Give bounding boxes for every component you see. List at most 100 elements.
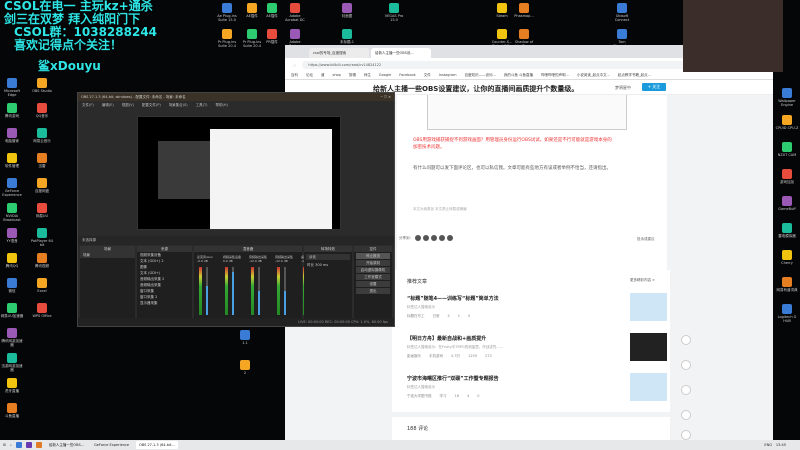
desktop-icon[interactable]: 腾讯QQ — [0, 253, 24, 268]
side-action-icon[interactable] — [681, 385, 691, 395]
desktop-icon[interactable]: Logitech G HUB — [775, 304, 799, 323]
desktop-icon[interactable]: Adobe Acrobat DC — [283, 3, 307, 22]
desktop-icon[interactable]: 网易UU加速器 — [0, 303, 24, 318]
search-icon[interactable]: ⌕ — [10, 443, 12, 447]
desktop-icon[interactable]: Steam — [490, 3, 514, 18]
bookmark-item[interactable]: 我的斗鱼 斗鱼直播 — [504, 73, 533, 78]
desktop-icon[interactable]: 网易UU — [30, 203, 54, 218]
side-action-icon[interactable] — [681, 410, 691, 420]
bookmark-item[interactable]: Facebook — [399, 73, 415, 78]
desktop-icon[interactable]: PR插件 — [260, 29, 284, 44]
bookmark-item[interactable]: 剪辑 — [349, 73, 356, 78]
duration-input[interactable]: 300 ms — [315, 263, 328, 267]
control-button[interactable]: 工作室模式 — [356, 274, 390, 280]
desktop-icon[interactable]: 雷电模拟器 — [775, 223, 799, 238]
desktop-icon[interactable]: 斗鱼直播 — [0, 403, 24, 418]
desktop-icon[interactable]: Wallpaper Engine — [775, 88, 799, 107]
report-link[interactable]: 投诉或建议 — [637, 237, 655, 242]
desktop-icon[interactable]: 迅游网游加速器 — [0, 353, 24, 372]
windows-start-icon[interactable]: ⊞ — [3, 443, 6, 447]
desktop-icon[interactable]: NVIDIA Broadcast — [0, 203, 24, 222]
obs-menu-item[interactable]: 工具(T) — [196, 103, 208, 107]
bookmark-item[interactable]: 哔哩哔哩的声明... — [541, 73, 569, 78]
reload-icon[interactable]: ⟳ — [293, 63, 296, 68]
pinned-app-icon[interactable] — [25, 442, 32, 448]
control-button[interactable]: 停止推流 — [356, 253, 390, 259]
desktop-icon[interactable]: 腾讯游戏 — [0, 103, 24, 118]
desktop-icon[interactable]: 虎牙直播 — [0, 378, 24, 393]
bookmark-item[interactable]: 道 — [321, 73, 325, 78]
pinned-app-icon[interactable] — [15, 442, 22, 448]
desktop-icon[interactable]: 迅雷 — [30, 153, 54, 168]
share-icon[interactable] — [447, 235, 453, 241]
obs-menu-item[interactable]: 编辑(E) — [102, 103, 114, 107]
desktop-icon[interactable]: Ae Plug-ins Suite 15.0 — [215, 3, 239, 22]
desktop-icon[interactable]: Microsoft Edge — [0, 78, 24, 97]
desktop-icon[interactable]: WPS Office — [30, 303, 54, 318]
desktop-icon[interactable]: PotPlayer 64 bit — [30, 228, 54, 247]
desktop-icon[interactable]: 腾讯视频 — [30, 253, 54, 268]
desktop-icon[interactable]: OBS Studio — [30, 78, 54, 93]
source-item[interactable]: 显示器采集 — [137, 300, 192, 306]
browser-tab[interactable]: csol的专场_百度搜索 — [309, 48, 369, 58]
desktop-icon[interactable]: 封面图 — [335, 3, 359, 18]
transition-select[interactable]: 淡化 — [306, 254, 350, 260]
share-icon[interactable] — [431, 235, 437, 241]
follow-button[interactable]: + 关注 — [642, 83, 666, 91]
rec-article[interactable]: 宁波市海曙区推行“双碳”工作暨专题报告 标签达人搜索设示 宁波大学图书馆 学习 18 4 0 — [407, 375, 637, 399]
desktop-icon[interactable]: Phasmop... — [512, 3, 536, 18]
desktop-icon[interactable]: 未标题-1 — [335, 29, 359, 44]
desktop-icon[interactable]: VEGAS Pro 15.0 — [382, 3, 406, 22]
share-icon[interactable] — [439, 235, 445, 241]
volume-slider[interactable] — [206, 267, 208, 315]
volume-slider[interactable] — [258, 267, 260, 315]
desktop-icon[interactable]: 软件管理 — [0, 153, 24, 168]
side-action-icon[interactable] — [681, 360, 691, 370]
taskbar-item-obs[interactable]: OBS 27.1.3 (64-bit... — [136, 441, 178, 449]
desktop-icon[interactable]: 1.1 — [233, 330, 257, 345]
control-button[interactable]: 开始录制 — [356, 260, 390, 266]
obs-menu-item[interactable]: 文件(F) — [82, 103, 94, 107]
control-button[interactable]: 退出 — [356, 288, 390, 294]
rec-title[interactable]: 【明日方舟】最新自战和+画质提升 — [407, 335, 637, 342]
desktop-icon[interactable]: GameBuff — [775, 196, 799, 211]
more-link[interactable]: 更多精彩内容 > — [630, 278, 655, 283]
pinned-app-icon[interactable] — [35, 442, 42, 448]
bookmark-item[interactable]: 起点教学书籍_起点... — [618, 73, 651, 78]
author-name[interactable]: 梦鸦星中 — [615, 85, 631, 91]
taskbar-item-geforce[interactable]: GeForce Experience — [91, 441, 132, 449]
volume-slider[interactable] — [232, 267, 234, 315]
desktop-icon[interactable]: 网易云音乐 — [30, 128, 54, 143]
obs-menu-item[interactable]: 视图(V) — [122, 103, 134, 107]
desktop-icon[interactable]: 百度网盘 — [30, 178, 54, 193]
desktop-icon[interactable]: 游戏加加 — [775, 169, 799, 184]
desktop-icon[interactable]: GeForce Experience — [0, 178, 24, 197]
desktop-icon[interactable]: NZXT CAM — [775, 142, 799, 157]
desktop-icon[interactable]: 腾讯网游加速器 — [0, 328, 24, 347]
desktop-icon[interactable]: 2 — [233, 360, 257, 375]
share-icon[interactable] — [415, 235, 421, 241]
window-controls[interactable]: ─ ☐ ✕ — [381, 95, 391, 99]
rec-thumbnail[interactable] — [630, 333, 667, 361]
rec-article[interactable]: “标题”随笔4——训练写“标题”简单方法 标签达人搜索设示 标题在写工 日常 4 1 0 — [407, 295, 637, 319]
bookmark-item[interactable]: Instagram — [439, 73, 457, 78]
share-icon[interactable] — [423, 235, 429, 241]
obs-menu-item[interactable]: 配置文件(P) — [142, 103, 161, 107]
desktop-icon[interactable]: QQ音乐 — [30, 103, 54, 118]
desktop-icon[interactable]: 电脑管家 — [0, 128, 24, 143]
rec-title[interactable]: 宁波市海曙区推行“双碳”工作暨专题报告 — [407, 375, 637, 382]
desktop-icon[interactable]: 网易有道词典 — [775, 277, 799, 292]
desktop-icon[interactable]: 微信 — [0, 278, 24, 293]
bookmark-item[interactable]: 论坛 — [306, 73, 313, 78]
clock[interactable]: 13:45 — [776, 443, 786, 447]
desktop-icon[interactable]: CPUID CPU-Z — [775, 115, 799, 130]
bookmark-item[interactable]: 百度知识——设问... — [465, 73, 496, 78]
desktop-icon[interactable]: Excel — [30, 278, 54, 293]
control-button[interactable]: 启动虚拟摄像机 — [356, 267, 390, 273]
language-indicator[interactable]: ENG — [764, 443, 772, 447]
desktop-icon[interactable]: Pr Plug-ins Suite 20.4 — [215, 29, 239, 48]
obs-menu-item[interactable]: 场景集合(S) — [169, 103, 188, 107]
rec-title[interactable]: “标题”随笔4——训练写“标题”简单方法 — [407, 295, 637, 302]
taskbar-item-browser[interactable]: 给新人主播一些OBS... — [46, 441, 87, 449]
desktop-icon[interactable]: YY语音 — [0, 228, 24, 243]
